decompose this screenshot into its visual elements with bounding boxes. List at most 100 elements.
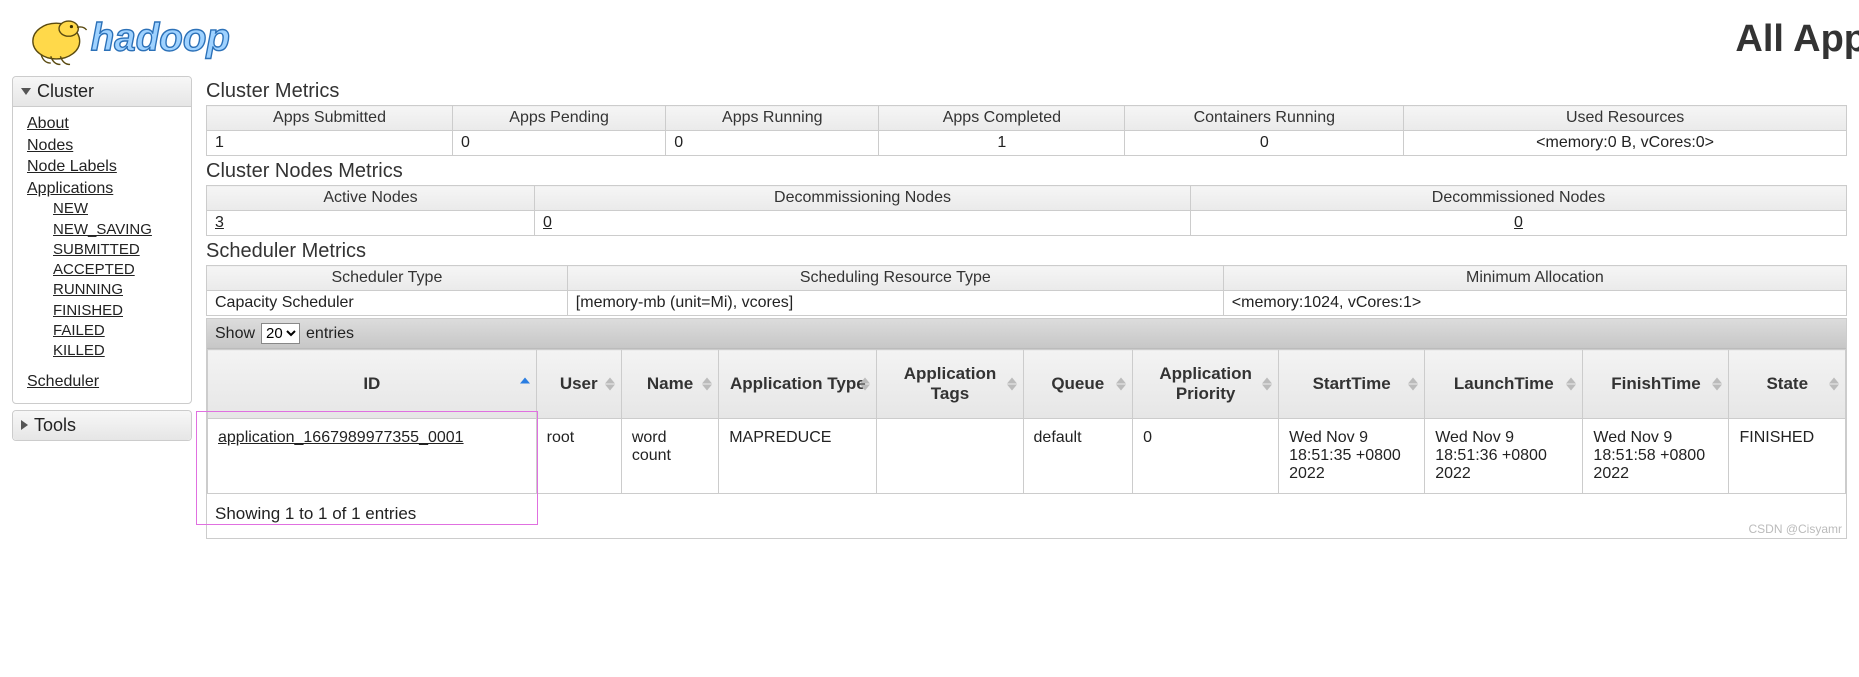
entries-select[interactable]: 20 bbox=[261, 323, 300, 344]
table-row: 1 0 0 1 0 <memory:0 B, vCores:0> bbox=[207, 131, 1847, 156]
col-apps-running: Apps Running bbox=[666, 106, 879, 131]
col-scheduling-resource-type: Scheduling Resource Type bbox=[567, 266, 1223, 291]
applications-table: ID User Name Application Type Applicatio… bbox=[207, 349, 1846, 494]
sort-icon bbox=[520, 378, 530, 391]
cell-queue: default bbox=[1023, 419, 1133, 494]
col-application-type[interactable]: Application Type bbox=[719, 350, 877, 419]
col-decommissioning-nodes: Decommissioning Nodes bbox=[535, 186, 1191, 211]
sidebar-link-node-labels[interactable]: Node Labels bbox=[27, 156, 181, 178]
col-minimum-allocation: Minimum Allocation bbox=[1223, 266, 1846, 291]
sort-icon bbox=[1408, 378, 1418, 391]
show-label-pre: Show bbox=[215, 325, 255, 343]
col-application-priority[interactable]: Application Priority bbox=[1133, 350, 1279, 419]
entries-info: Showing 1 to 1 of 1 entries bbox=[215, 504, 416, 523]
section-title-cluster-metrics: Cluster Metrics bbox=[206, 80, 1847, 103]
link-decommissioning-nodes[interactable]: 0 bbox=[543, 214, 552, 231]
sidebar-link-scheduler[interactable]: Scheduler bbox=[27, 371, 181, 393]
svg-text:hadoop: hadoop bbox=[91, 17, 230, 60]
sort-icon bbox=[605, 378, 615, 391]
sidebar-link-state-running[interactable]: RUNNING bbox=[53, 280, 181, 300]
col-application-tags[interactable]: Application Tags bbox=[877, 350, 1023, 419]
applications-table-top: Show 20 entries bbox=[207, 319, 1846, 349]
sidebar-link-about[interactable]: About bbox=[27, 113, 181, 135]
application-id-link[interactable]: application_1667989977355_0001 bbox=[218, 429, 464, 446]
link-active-nodes[interactable]: 3 bbox=[215, 214, 224, 231]
cluster-metrics-table: Apps Submitted Apps Pending Apps Running… bbox=[206, 105, 1847, 156]
sidebar-header-tools[interactable]: Tools bbox=[13, 411, 191, 440]
cell-name: word count bbox=[621, 419, 718, 494]
cell-priority: 0 bbox=[1133, 419, 1279, 494]
cell-launchtime: Wed Nov 9 18:51:36 +0800 2022 bbox=[1425, 419, 1583, 494]
applications-table-wrap: Show 20 entries ID User Name Application… bbox=[206, 318, 1847, 539]
col-containers-running: Containers Running bbox=[1125, 106, 1404, 131]
col-user[interactable]: User bbox=[536, 350, 621, 419]
applications-table-footer: Showing 1 to 1 of 1 entries CSDN @Cisyam… bbox=[207, 494, 1846, 538]
val-decommissioning-nodes: 0 bbox=[535, 211, 1191, 236]
val-scheduling-resource-type: [memory-mb (unit=Mi), vcores] bbox=[567, 291, 1223, 316]
sort-icon bbox=[702, 378, 712, 391]
show-label-post: entries bbox=[306, 325, 354, 343]
table-row: Capacity Scheduler [memory-mb (unit=Mi),… bbox=[207, 291, 1847, 316]
link-decommissioned-nodes[interactable]: 0 bbox=[1514, 214, 1523, 231]
val-active-nodes: 3 bbox=[207, 211, 535, 236]
col-apps-submitted: Apps Submitted bbox=[207, 106, 453, 131]
val-apps-submitted: 1 bbox=[207, 131, 453, 156]
sort-icon bbox=[860, 378, 870, 391]
col-apps-completed: Apps Completed bbox=[879, 106, 1125, 131]
cluster-nodes-metrics-table: Active Nodes Decommissioning Nodes Decom… bbox=[206, 185, 1847, 236]
chevron-right-icon bbox=[21, 420, 28, 430]
col-active-nodes: Active Nodes bbox=[207, 186, 535, 211]
col-finishtime[interactable]: FinishTime bbox=[1583, 350, 1729, 419]
sort-icon bbox=[1262, 378, 1272, 391]
sidebar-link-applications[interactable]: Applications bbox=[27, 178, 181, 200]
sidebar-link-nodes[interactable]: Nodes bbox=[27, 135, 181, 157]
sidebar-link-state-new[interactable]: NEW bbox=[53, 199, 181, 219]
val-used-resources: <memory:0 B, vCores:0> bbox=[1404, 131, 1847, 156]
sort-icon bbox=[1116, 378, 1126, 391]
val-scheduler-type: Capacity Scheduler bbox=[207, 291, 568, 316]
sort-icon bbox=[1566, 378, 1576, 391]
col-apps-pending: Apps Pending bbox=[453, 106, 666, 131]
sidebar-link-state-finished[interactable]: FINISHED bbox=[53, 301, 181, 321]
val-minimum-allocation: <memory:1024, vCores:1> bbox=[1223, 291, 1846, 316]
sidebar-panel-cluster: Cluster About Nodes Node Labels Applicat… bbox=[12, 76, 192, 404]
sidebar-panel-tools: Tools bbox=[12, 410, 192, 441]
cell-type: MAPREDUCE bbox=[719, 419, 877, 494]
sort-icon bbox=[1007, 378, 1017, 391]
col-launchtime[interactable]: LaunchTime bbox=[1425, 350, 1583, 419]
sort-icon bbox=[1829, 378, 1839, 391]
page-title: All App bbox=[1735, 18, 1859, 61]
sort-icon bbox=[1712, 378, 1722, 391]
sidebar-link-state-killed[interactable]: KILLED bbox=[53, 341, 181, 361]
sidebar-link-state-submitted[interactable]: SUBMITTED bbox=[53, 240, 181, 260]
cell-starttime: Wed Nov 9 18:51:35 +0800 2022 bbox=[1279, 419, 1425, 494]
cell-id: application_1667989977355_0001 bbox=[208, 419, 537, 494]
cell-state: FINISHED bbox=[1729, 419, 1846, 494]
col-scheduler-type: Scheduler Type bbox=[207, 266, 568, 291]
watermark: CSDN @Cisyamr bbox=[1748, 522, 1842, 536]
val-containers-running: 0 bbox=[1125, 131, 1404, 156]
sidebar-header-cluster[interactable]: Cluster bbox=[13, 77, 191, 107]
val-apps-running: 0 bbox=[666, 131, 879, 156]
cell-tags bbox=[877, 419, 1023, 494]
scheduler-metrics-table: Scheduler Type Scheduling Resource Type … bbox=[206, 265, 1847, 316]
col-name[interactable]: Name bbox=[621, 350, 718, 419]
table-row: 3 0 0 bbox=[207, 211, 1847, 236]
cell-user: root bbox=[536, 419, 621, 494]
cell-finishtime: Wed Nov 9 18:51:58 +0800 2022 bbox=[1583, 419, 1729, 494]
hadoop-logo: hadoop bbox=[12, 8, 332, 70]
sidebar-link-state-failed[interactable]: FAILED bbox=[53, 321, 181, 341]
col-decommissioned-nodes: Decommissioned Nodes bbox=[1191, 186, 1847, 211]
col-state[interactable]: State bbox=[1729, 350, 1846, 419]
sidebar-link-state-new-saving[interactable]: NEW_SAVING bbox=[53, 220, 181, 240]
section-title-scheduler-metrics: Scheduler Metrics bbox=[206, 240, 1847, 263]
col-id[interactable]: ID bbox=[208, 350, 537, 419]
section-title-cluster-nodes-metrics: Cluster Nodes Metrics bbox=[206, 160, 1847, 183]
sidebar-link-state-accepted[interactable]: ACCEPTED bbox=[53, 260, 181, 280]
table-row: application_1667989977355_0001 root word… bbox=[208, 419, 1846, 494]
col-queue[interactable]: Queue bbox=[1023, 350, 1133, 419]
chevron-down-icon bbox=[21, 88, 31, 95]
val-decommissioned-nodes: 0 bbox=[1191, 211, 1847, 236]
col-starttime[interactable]: StartTime bbox=[1279, 350, 1425, 419]
sidebar-title-tools: Tools bbox=[34, 415, 76, 436]
